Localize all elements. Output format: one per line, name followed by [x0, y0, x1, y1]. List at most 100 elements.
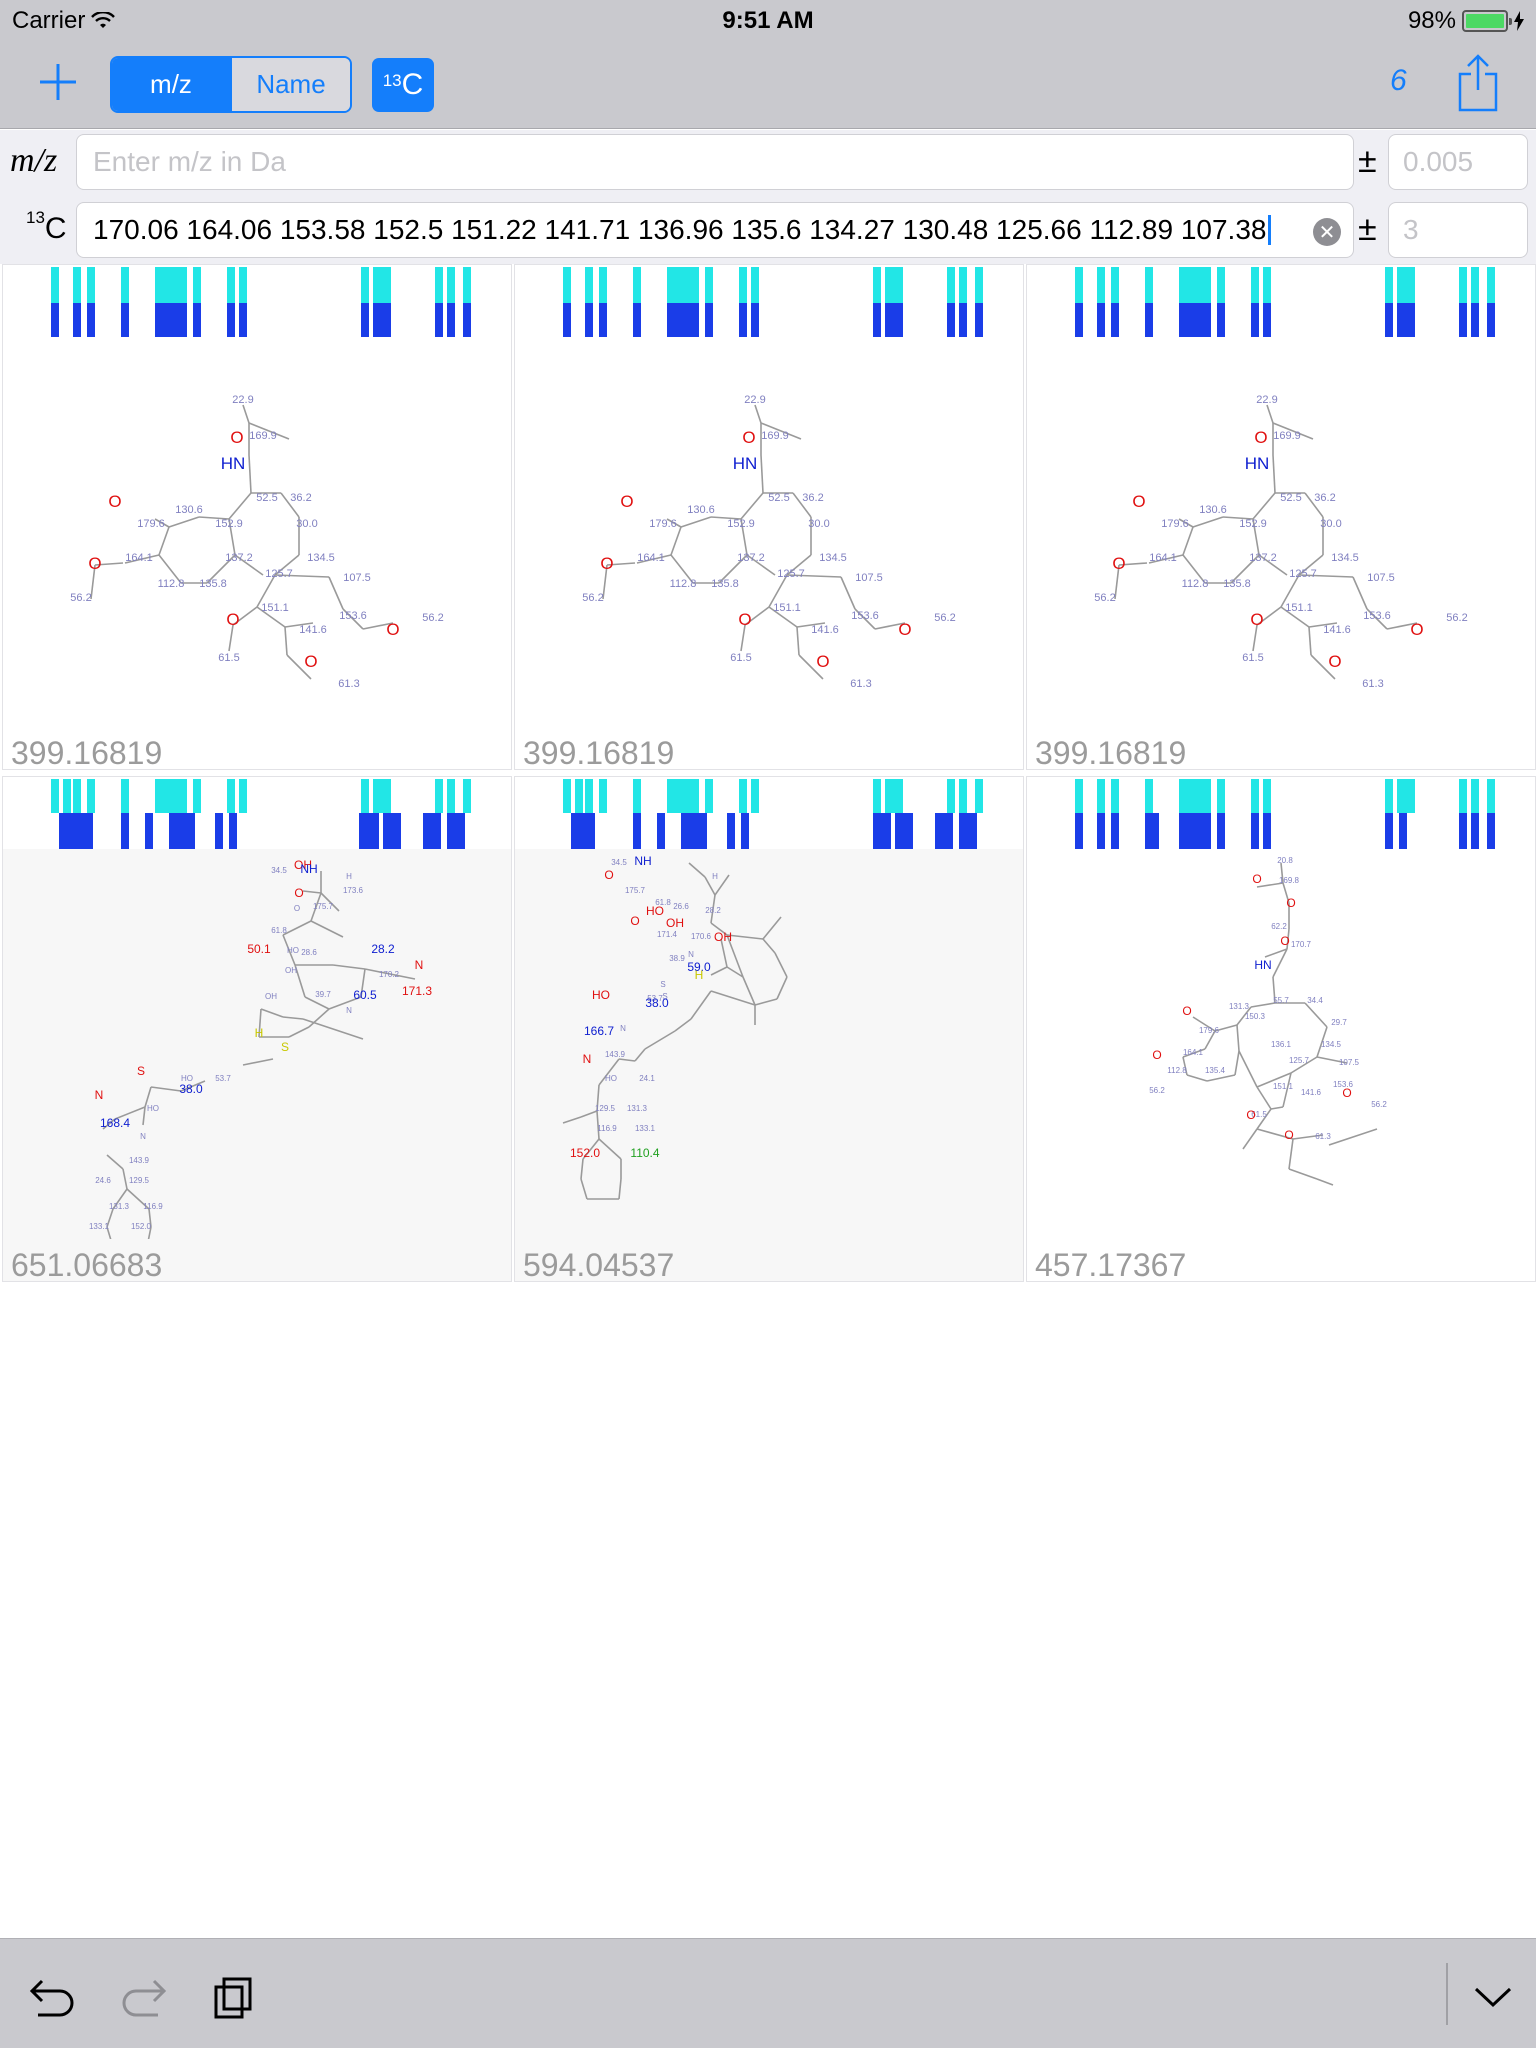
result-mass: 399.16819 [523, 735, 675, 770]
atom-label: HN [1245, 454, 1270, 473]
chemical-bond [1272, 454, 1276, 494]
chemical-bond [1186, 1074, 1208, 1082]
chemical-shift-label: OH [285, 966, 297, 975]
chemical-shift-label: 56.2 [1371, 1100, 1387, 1109]
chemical-bond [1304, 1002, 1328, 1028]
chemical-shift-label: 61.5 [730, 652, 751, 664]
redo-icon[interactable] [118, 1975, 168, 2019]
result-card[interactable]: 34.5 NH H O 175.7 61.8 26.6 28.2 HO O OH 171.4 170.6… [514, 776, 1024, 1282]
plus-icon[interactable] [36, 60, 80, 104]
chemical-bond [310, 920, 344, 938]
chemical-shift-label: 135.8 [199, 578, 227, 590]
share-icon[interactable] [1456, 54, 1500, 112]
chemical-shift-label: 179.6 [137, 518, 165, 530]
chemical-bond [282, 1016, 304, 1020]
chemical-shift-label: 22.9 [232, 394, 253, 406]
chemical-bond [598, 1138, 622, 1160]
result-card[interactable]: 20.8 O 169.8 O 62.2 170.7 O HN 55.7 34.4 O 131.3 150… [1026, 776, 1536, 1282]
chemical-shift-label: 134.5 [307, 552, 335, 564]
atom-label: O [304, 652, 317, 671]
clock: 9:51 AM [722, 7, 814, 34]
mz-input[interactable]: Enter m/z in Da [76, 134, 1354, 190]
spectrum-top-row [563, 267, 983, 303]
segment-mz[interactable]: m/z [112, 58, 230, 111]
chemical-shift-label: 56.2 [422, 612, 443, 624]
chemical-shift-label: 30.0 [296, 518, 317, 530]
atom-label: O [1284, 1128, 1293, 1142]
chemical-shift-label: 56.2 [934, 612, 955, 624]
chemical-shift-label: N [620, 1024, 626, 1033]
results-grid: 22.9 169.9 O HN 52.5 36.2 O 130.6 179.6 152.9 30.0… [0, 264, 1536, 1288]
result-card[interactable]: OH 34.5 NH H 173.6 O O 175.7 61.8 50.1 HO 28.6 28.2 N… [2, 776, 512, 1282]
chemical-shift-label: 150.3 [1245, 1012, 1266, 1021]
chemical-shift-label: 130.6 [1199, 504, 1227, 516]
spectrum-match-bars [51, 267, 471, 337]
atom-label: O [1342, 1086, 1351, 1100]
chemical-bond [562, 1116, 582, 1124]
chemical-shift-label: 116.9 [597, 1124, 617, 1133]
toolbar-divider [1446, 1963, 1448, 2025]
chevron-down-icon[interactable] [1468, 1975, 1518, 2019]
chemical-shift-label: 56.2 [1149, 1086, 1165, 1095]
chemical-bond [302, 1018, 364, 1040]
c13-shifts-input[interactable]: 170.06 164.06 153.58 152.5 151.22 141.71… [76, 202, 1354, 258]
atom-label: 166.7 [584, 1024, 614, 1038]
atom-label: 152.0 [570, 1146, 600, 1160]
atom-label: O [1410, 620, 1423, 639]
spectrum-bottom-row [563, 303, 983, 337]
chemical-shift-label: 151.1 [773, 602, 801, 614]
chemical-bond [150, 1086, 182, 1092]
result-mass: 399.16819 [1035, 735, 1187, 770]
segment-name[interactable]: Name [230, 58, 350, 111]
result-card[interactable]: 22.9 169.9 O HN 52.5 36.2 O 130.6 179.6 152.9 30.0… [514, 264, 1024, 770]
c13-plusminus: ± [1358, 210, 1377, 248]
chemical-shift-label: 36.2 [290, 492, 311, 504]
spectrum-bottom-row [1075, 813, 1495, 849]
chemical-shift-label: 153.6 [339, 610, 367, 622]
chemical-bond [710, 990, 756, 1006]
result-count[interactable]: 6 [1390, 64, 1407, 98]
atom-label: O [620, 492, 633, 511]
atom-label: HN [733, 454, 758, 473]
c13-label: C [401, 68, 424, 101]
chemical-bond [242, 1058, 274, 1066]
chemical-bond [726, 934, 764, 940]
chemical-shift-label: 152.9 [1239, 518, 1267, 530]
undo-icon[interactable] [28, 1975, 78, 2019]
chemical-bond [634, 1048, 646, 1062]
chemical-shift-label: 62.2 [1271, 922, 1287, 931]
chemical-bond [1288, 1168, 1318, 1180]
chemical-shift-label: 20.8 [1277, 856, 1293, 865]
c13-shifts-value: 170.06 164.06 153.58 152.5 151.22 141.71… [93, 214, 1267, 245]
chemical-shift-label: 164.1 [637, 552, 665, 564]
chemical-bond [1352, 576, 1368, 610]
chemical-bond [282, 920, 312, 936]
duplicate-icon[interactable] [210, 1975, 260, 2019]
chemical-shift-label: H [712, 872, 718, 881]
clear-icon[interactable]: ✕ [1313, 218, 1341, 246]
chemical-shift-label: 125.7 [1289, 1056, 1310, 1065]
result-mass: 399.16819 [11, 735, 163, 770]
chemical-shift-label: 131.3 [627, 1104, 648, 1113]
chemical-shift-label: 179.6 [1161, 518, 1189, 530]
chemical-shift-label: 129.5 [129, 1176, 150, 1185]
chemical-bond [1192, 516, 1224, 528]
chemical-shift-label: 143.9 [129, 1156, 150, 1165]
chemical-shift-label: 56.2 [70, 592, 91, 604]
chemical-bond [242, 404, 250, 424]
mz-tolerance-input[interactable]: 0.005 [1388, 134, 1528, 190]
result-card[interactable]: 22.9 169.9 O HN 52.5 36.2 O 130.6 179.6 152.9 30.0… [2, 264, 512, 770]
chemical-bond [754, 998, 778, 1006]
charging-icon [1514, 11, 1524, 31]
chemical-shift-label: 22.9 [1256, 394, 1277, 406]
c13-tolerance-input[interactable]: 3 [1388, 202, 1528, 258]
result-card[interactable]: 22.9 169.9 O HN 52.5 36.2 O 130.6 179.6 152.9 30.0… [1026, 264, 1536, 770]
atom-label: O [1286, 896, 1295, 910]
atom-label: HN [1254, 958, 1271, 972]
chemical-shift-label: 107.5 [343, 572, 371, 584]
chemical-shift-label: 169.8 [1279, 876, 1300, 885]
atom-label: O [226, 610, 239, 629]
c13-toggle-button[interactable]: 13 C [372, 58, 434, 112]
chemical-bond [1238, 1050, 1258, 1088]
chemical-bond [284, 626, 288, 656]
